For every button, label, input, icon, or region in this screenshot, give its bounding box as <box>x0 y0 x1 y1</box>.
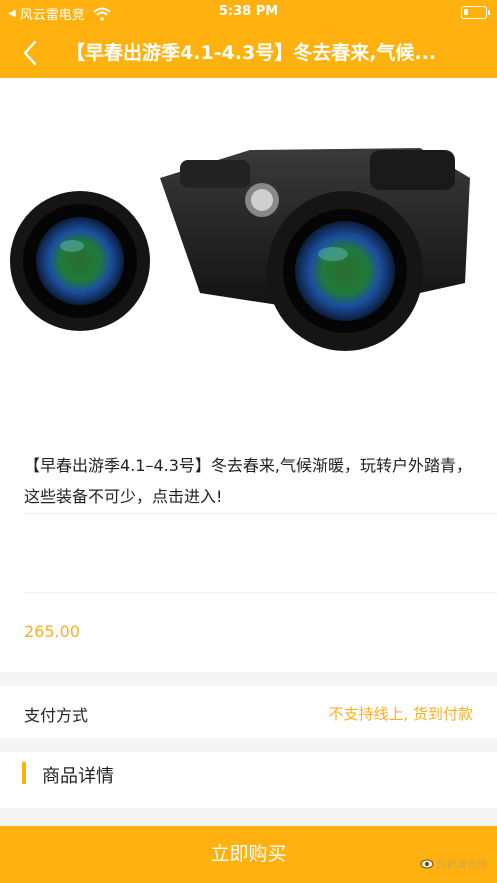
page-title: 【早春出游季4.1-4.3号】冬去春来,气候... <box>66 42 437 64</box>
payment-value: 不支持线上, 货到付款 <box>328 705 473 723</box>
binoculars-image <box>10 148 470 351</box>
section-marker <box>22 762 26 784</box>
divider <box>24 592 497 593</box>
product-price: 265.00 <box>24 622 80 641</box>
back-chevron-icon[interactable] <box>14 36 48 70</box>
product-info-card: 【早春出游季4.1–4.3号】冬去春来,气候渐暖，玩转户外踏青，这些装备不可少，… <box>0 428 497 672</box>
status-time: 5:38 PM <box>218 4 279 19</box>
product-description: 【早春出游季4.1–4.3号】冬去春来,气候渐暖，玩转户外踏青，这些装备不可少，… <box>24 456 472 506</box>
battery-icon <box>461 6 490 19</box>
payment-label: 支付方式 <box>24 706 89 725</box>
buy-now-button[interactable]: 立即购买 <box>0 826 497 883</box>
nav-bar: 【早春出游季4.1-4.3号】冬去春来,气候... <box>0 26 497 78</box>
watermark-text: 风鹤游戏网 <box>437 860 487 871</box>
status-bar: ◀ 风云雷电竞 5:38 PM <box>0 0 497 26</box>
header: ◀ 风云雷电竞 5:38 PM 【早春出游季4.1-4.3号】冬去春来,气候..… <box>0 0 497 78</box>
payment-method-row[interactable]: 支付方式 不支持线上, 货到付款 <box>0 686 497 738</box>
divider <box>24 513 497 514</box>
details-title: 商品详情 <box>42 766 114 787</box>
product-image <box>0 78 497 428</box>
eye-icon <box>420 859 434 868</box>
watermark: 风鹤游戏网 <box>420 856 487 871</box>
product-details-section: 商品详情 <box>0 752 497 808</box>
